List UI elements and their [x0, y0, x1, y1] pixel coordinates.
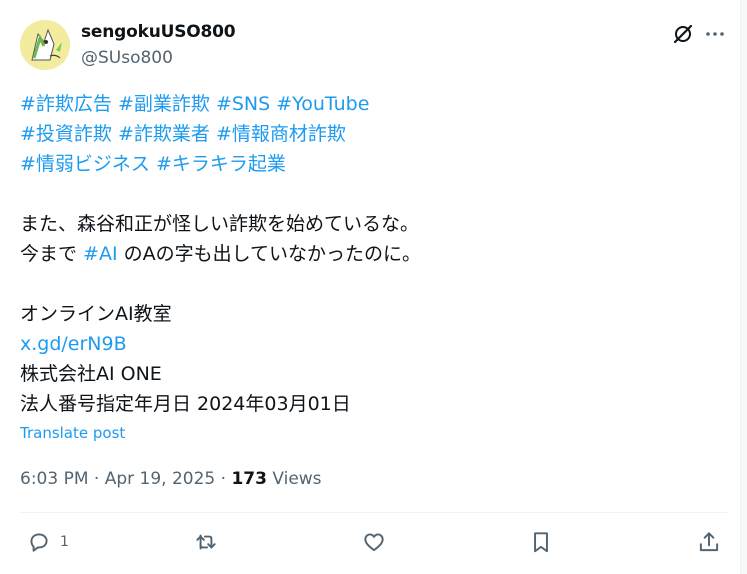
hashtag[interactable]: #YouTube: [276, 93, 369, 115]
bookmark-icon: [534, 532, 548, 553]
divider: [20, 512, 727, 513]
post-card: sengokuUSO800 @SUso800 #詐欺広告 #副業詐欺 #SNS …: [0, 0, 741, 574]
hashtag[interactable]: #SNS: [216, 93, 270, 115]
post-text-line: オンラインAI教室: [20, 303, 172, 325]
reply-button[interactable]: 1: [26, 529, 69, 555]
hashtag[interactable]: #情弱ビジネス: [20, 153, 150, 175]
grok-icon[interactable]: [671, 22, 695, 46]
post-text-line: 今まで #AI のAの字も出していなかったのに。: [20, 242, 421, 266]
scrollbar-track[interactable]: [741, 0, 747, 574]
avatar[interactable]: [20, 20, 70, 70]
post-timestamp[interactable]: 6:03 PM · Apr 19, 2025 ·: [20, 469, 231, 489]
views-count: 173: [231, 469, 267, 489]
views-label: Views: [266, 469, 322, 489]
handle[interactable]: @SUso800: [81, 48, 173, 68]
hashtag[interactable]: #詐欺業者: [118, 123, 210, 145]
hashtag-line-3: #情弱ビジネス #キラキラ起業: [20, 152, 286, 176]
hashtag-line-2: #投資詐欺 #詐欺業者 #情報商材詐欺: [20, 122, 346, 146]
retweet-button[interactable]: [193, 529, 219, 555]
share-icon: [699, 532, 719, 552]
hashtag[interactable]: #情報商材詐欺: [216, 123, 346, 145]
like-button[interactable]: [361, 529, 387, 555]
avatar-illustration-icon: [20, 20, 70, 70]
reply-count: 1: [60, 534, 69, 550]
post-text: 今まで: [20, 243, 84, 265]
reply-icon: [30, 533, 48, 552]
post-meta: 6:03 PM · Apr 19, 2025 · 173 Views: [20, 469, 322, 489]
like-icon: [364, 533, 384, 552]
post-link[interactable]: x.gd/erN9B: [20, 332, 127, 356]
translate-post-link[interactable]: Translate post: [20, 424, 125, 442]
display-name[interactable]: sengokuUSO800: [81, 22, 236, 42]
share-button[interactable]: [696, 529, 722, 555]
hashtag-line-1: #詐欺広告 #副業詐欺 #SNS #YouTube: [20, 92, 369, 116]
more-options-icon[interactable]: [703, 22, 727, 46]
hashtag[interactable]: #キラキラ起業: [156, 153, 286, 175]
post-text: のAの字も出していなかったのに。: [117, 243, 422, 265]
hashtag[interactable]: #AI: [83, 243, 118, 265]
post-text-line: 法人番号指定年月日 2024年03月01日: [20, 393, 351, 415]
post-text-line: また、森谷和正が怪しい詐欺を始めているな。: [20, 213, 420, 235]
post-text-line: 株式会社AI ONE: [20, 363, 162, 385]
hashtag[interactable]: #投資詐欺: [20, 123, 112, 145]
bookmark-button[interactable]: [528, 529, 554, 555]
hashtag[interactable]: #詐欺広告: [20, 93, 112, 115]
retweet-icon: [196, 534, 216, 550]
hashtag[interactable]: #副業詐欺: [118, 93, 210, 115]
